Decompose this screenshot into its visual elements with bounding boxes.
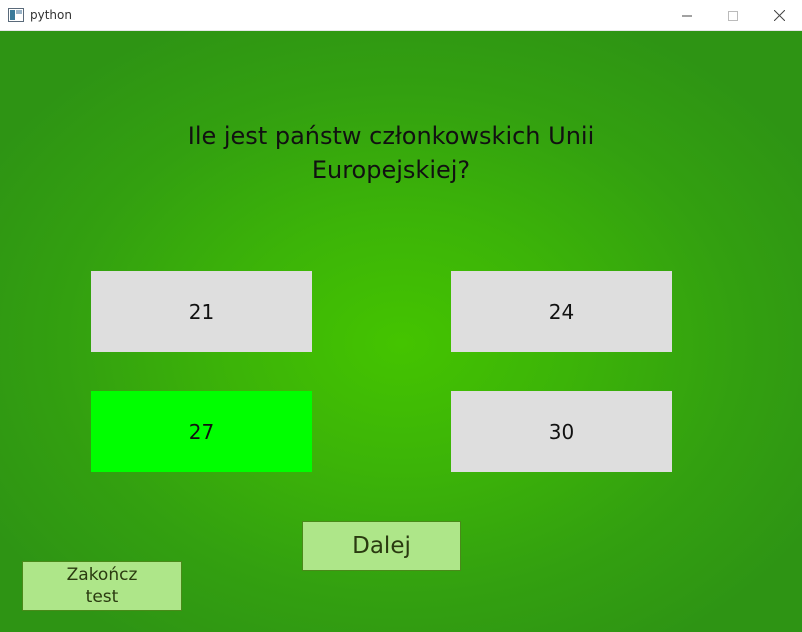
- minimize-icon: [682, 15, 692, 16]
- next-button[interactable]: Dalej: [302, 521, 461, 571]
- answer-button-1[interactable]: 21: [91, 271, 312, 352]
- maximize-icon: [728, 10, 738, 21]
- app-window-icon: [8, 8, 24, 22]
- quiz-area: Ile jest państw członkowskich Unii Europ…: [0, 31, 802, 632]
- answer-button-2[interactable]: 24: [451, 271, 672, 352]
- close-icon: [773, 10, 785, 21]
- title-bar: python: [0, 0, 802, 31]
- answer-button-3[interactable]: 27: [91, 391, 312, 472]
- minimize-button[interactable]: [664, 0, 710, 31]
- question-text: Ile jest państw członkowskich Unii Europ…: [187, 122, 595, 184]
- end-test-button[interactable]: Zakończ test: [22, 561, 182, 611]
- window-title: python: [30, 8, 72, 22]
- answer-button-4[interactable]: 30: [451, 391, 672, 472]
- close-button[interactable]: [756, 0, 802, 31]
- maximize-button[interactable]: [710, 0, 756, 31]
